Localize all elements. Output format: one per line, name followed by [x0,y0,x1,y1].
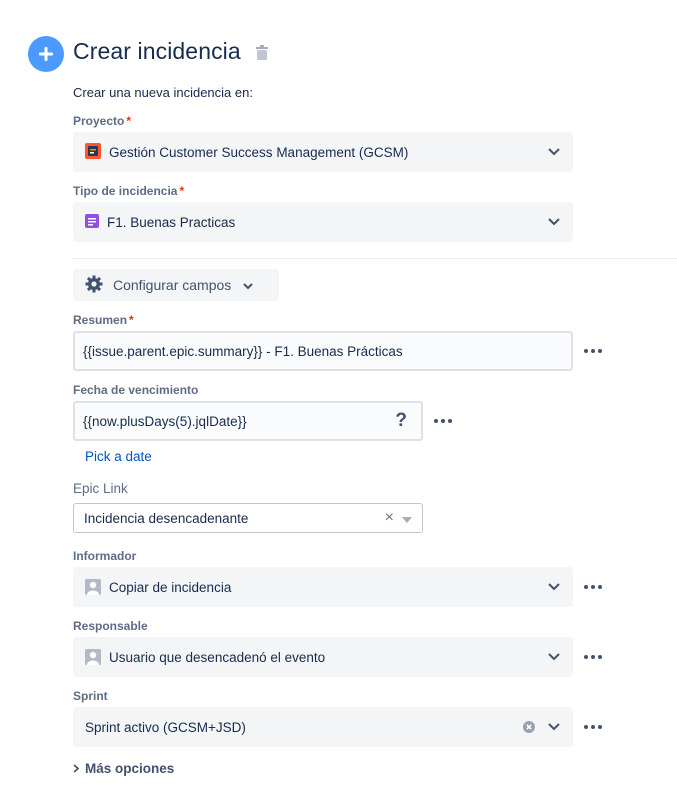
chevron-down-icon[interactable] [547,580,561,594]
due-date-value: {{now.plusDays(5).jqlDate}} [83,413,247,429]
summary-input[interactable]: {{issue.parent.epic.summary}} - F1. Buen… [73,331,573,371]
reporter-select[interactable]: Copiar de incidencia [73,567,573,607]
trash-icon[interactable] [256,45,268,65]
configure-fields-button[interactable]: Configurar campos [73,269,279,301]
due-date-input[interactable]: {{now.plusDays(5).jqlDate}} ? [73,401,423,441]
issue-type-select[interactable]: F1. Buenas Practicas [73,202,573,242]
issue-type-icon [85,213,99,231]
configure-fields-label: Configurar campos [113,277,232,293]
issue-type-label: Tipo de incidencia * [73,184,185,198]
page-title: Crear incidencia [73,38,241,64]
more-options-label: Más opciones [85,761,175,776]
chevron-down-icon [243,277,253,293]
reporter-label: Informador [73,549,137,563]
chevron-down-icon[interactable] [547,145,561,159]
epic-link-value: Incidencia desencadenante [84,510,249,526]
add-action-icon [28,36,64,72]
epic-link-select[interactable]: Incidencia desencadenante × [73,503,423,533]
chevron-down-icon[interactable] [547,215,561,229]
user-avatar-icon [85,579,101,595]
chevron-down-icon[interactable] [547,720,561,734]
clear-icon[interactable] [523,721,535,733]
user-avatar-icon [85,649,101,665]
chevron-right-icon [73,761,80,776]
subtitle: Crear una nueva incidencia en: [73,85,253,100]
more-options-icon[interactable] [434,419,452,423]
pick-date-link[interactable]: Pick a date [85,449,152,464]
clear-icon[interactable]: × [385,509,394,527]
project-avatar-icon [85,142,101,162]
reporter-value: Copiar de incidencia [109,579,232,595]
summary-label: Resumen * [73,313,134,327]
chevron-down-icon[interactable] [547,650,561,664]
project-value: Gestión Customer Success Management (GCS… [109,144,409,160]
project-label: Proyecto * [73,114,132,128]
sprint-select[interactable]: Sprint activo (GCSM+JSD) [73,707,573,747]
caret-down-icon[interactable] [402,511,412,526]
help-icon[interactable]: ? [395,410,407,432]
divider [73,258,677,259]
project-select[interactable]: Gestión Customer Success Management (GCS… [73,132,573,172]
issue-type-value: F1. Buenas Practicas [107,214,236,230]
more-options-icon[interactable] [584,725,602,729]
due-date-label: Fecha de vencimiento [73,383,199,397]
assignee-value: Usuario que desencadenó el evento [109,649,326,665]
epic-link-label: Epic Link [73,481,128,496]
assignee-select[interactable]: Usuario que desencadenó el evento [73,637,573,677]
more-options-icon[interactable] [584,585,602,589]
more-options-toggle[interactable]: Más opciones [73,761,174,776]
more-options-icon[interactable] [584,349,602,353]
sprint-value: Sprint activo (GCSM+JSD) [85,719,246,735]
more-options-icon[interactable] [584,655,602,659]
sprint-label: Sprint [73,689,108,703]
gear-icon [85,275,103,296]
assignee-label: Responsable [73,619,148,633]
summary-value: {{issue.parent.epic.summary}} - F1. Buen… [83,343,403,359]
